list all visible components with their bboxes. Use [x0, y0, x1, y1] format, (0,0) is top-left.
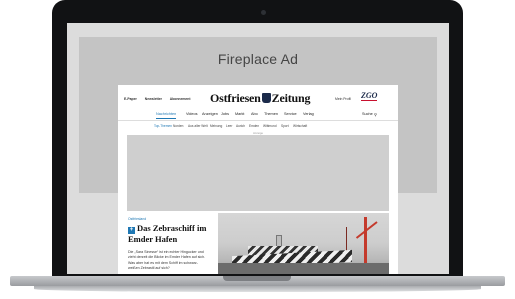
epaper-link[interactable]: E-Paper: [124, 97, 137, 101]
nav-item-service[interactable]: Service: [284, 112, 297, 116]
nav-item-jobs[interactable]: Jobs: [221, 112, 229, 116]
subnav-item-meinung[interactable]: Meinung: [210, 124, 222, 128]
nav-item-themen[interactable]: Themen: [264, 112, 278, 116]
news-website: E-Paper Newsletter Abonnement Ostfriesen…: [118, 85, 398, 274]
article-teaser[interactable]: Ostfriesland + Das Zebraschiff im Emder H…: [127, 213, 389, 274]
article-headline[interactable]: + Das Zebraschiff im Emder Hafen: [128, 223, 208, 244]
nav-item-videos[interactable]: Videos: [186, 112, 198, 116]
main-nav: Nachrichten Videos Anzeigen Jobs Markt A…: [118, 112, 398, 120]
subnav-item-wirtschaft[interactable]: Wirtschaft: [293, 124, 307, 128]
newsletter-link[interactable]: Newsletter: [145, 97, 162, 101]
laptop-base-bottom: [34, 286, 481, 292]
nav-item-anzeigen[interactable]: Anzeigen: [202, 112, 218, 116]
fireplace-ad-left[interactable]: [79, 85, 118, 193]
nav-active-underline: [156, 118, 176, 119]
subnav-item-aurich[interactable]: Aurich: [236, 124, 245, 128]
account-link[interactable]: Mein Profil: [335, 97, 351, 101]
nav-item-markt[interactable]: Markt: [235, 112, 245, 116]
logo-text-left: Ostfriesen: [210, 91, 261, 105]
nav-item-abo[interactable]: Abo: [251, 112, 258, 116]
subnav-item-norden[interactable]: Norden: [173, 124, 183, 128]
fireplace-ad-right[interactable]: [398, 85, 437, 193]
crest-icon: [261, 93, 271, 103]
logo-text-right: Zeitung: [271, 91, 311, 105]
plus-icon: +: [128, 227, 135, 234]
nav-item-verlag[interactable]: Verlag: [303, 112, 314, 116]
search-icon[interactable]: ⚲: [374, 112, 377, 117]
article-headline-text: Das Zebraschiff im Emder Hafen: [128, 223, 207, 244]
article-photo[interactable]: [218, 213, 389, 274]
laptop-screen: Fireplace Ad E-Paper Newsletter Abonneme…: [67, 23, 449, 274]
fireplace-ad-label: Fireplace Ad: [217, 51, 299, 67]
subnav-item-aus-aller-welt[interactable]: Aus aller Welt: [188, 124, 208, 128]
subnav-item-emden[interactable]: Emden: [249, 124, 259, 128]
subnav-item-top-themen[interactable]: Top-Themen: [154, 124, 172, 128]
camera-icon: [261, 10, 266, 15]
article-teaser-text: Die „Sara Sinesse“ ist ein echter Hinguc…: [128, 250, 206, 270]
nav-divider: [118, 120, 398, 121]
subnav-item-leer[interactable]: Leer: [226, 124, 232, 128]
harbor-water: [218, 263, 389, 274]
subnav-item-wittmund[interactable]: Wittmund: [263, 124, 276, 128]
laptop-notch: [223, 276, 291, 281]
search-label[interactable]: Suche: [362, 112, 373, 116]
site-logo[interactable]: Ostfriesen Zeitung: [210, 91, 310, 106]
subnav-item-sport[interactable]: Sport: [281, 124, 289, 128]
top-links: E-Paper Newsletter Abonnement: [124, 97, 198, 101]
article-kicker: Ostfriesland: [128, 217, 147, 221]
partner-logo[interactable]: ZGO: [361, 92, 378, 101]
subscription-link[interactable]: Abonnement: [170, 97, 191, 101]
site-topbar: E-Paper Newsletter Abonnement Ostfriesen…: [118, 85, 398, 107]
nav-item-nachrichten[interactable]: Nachrichten: [156, 112, 176, 116]
banner-ad[interactable]: [127, 135, 389, 211]
